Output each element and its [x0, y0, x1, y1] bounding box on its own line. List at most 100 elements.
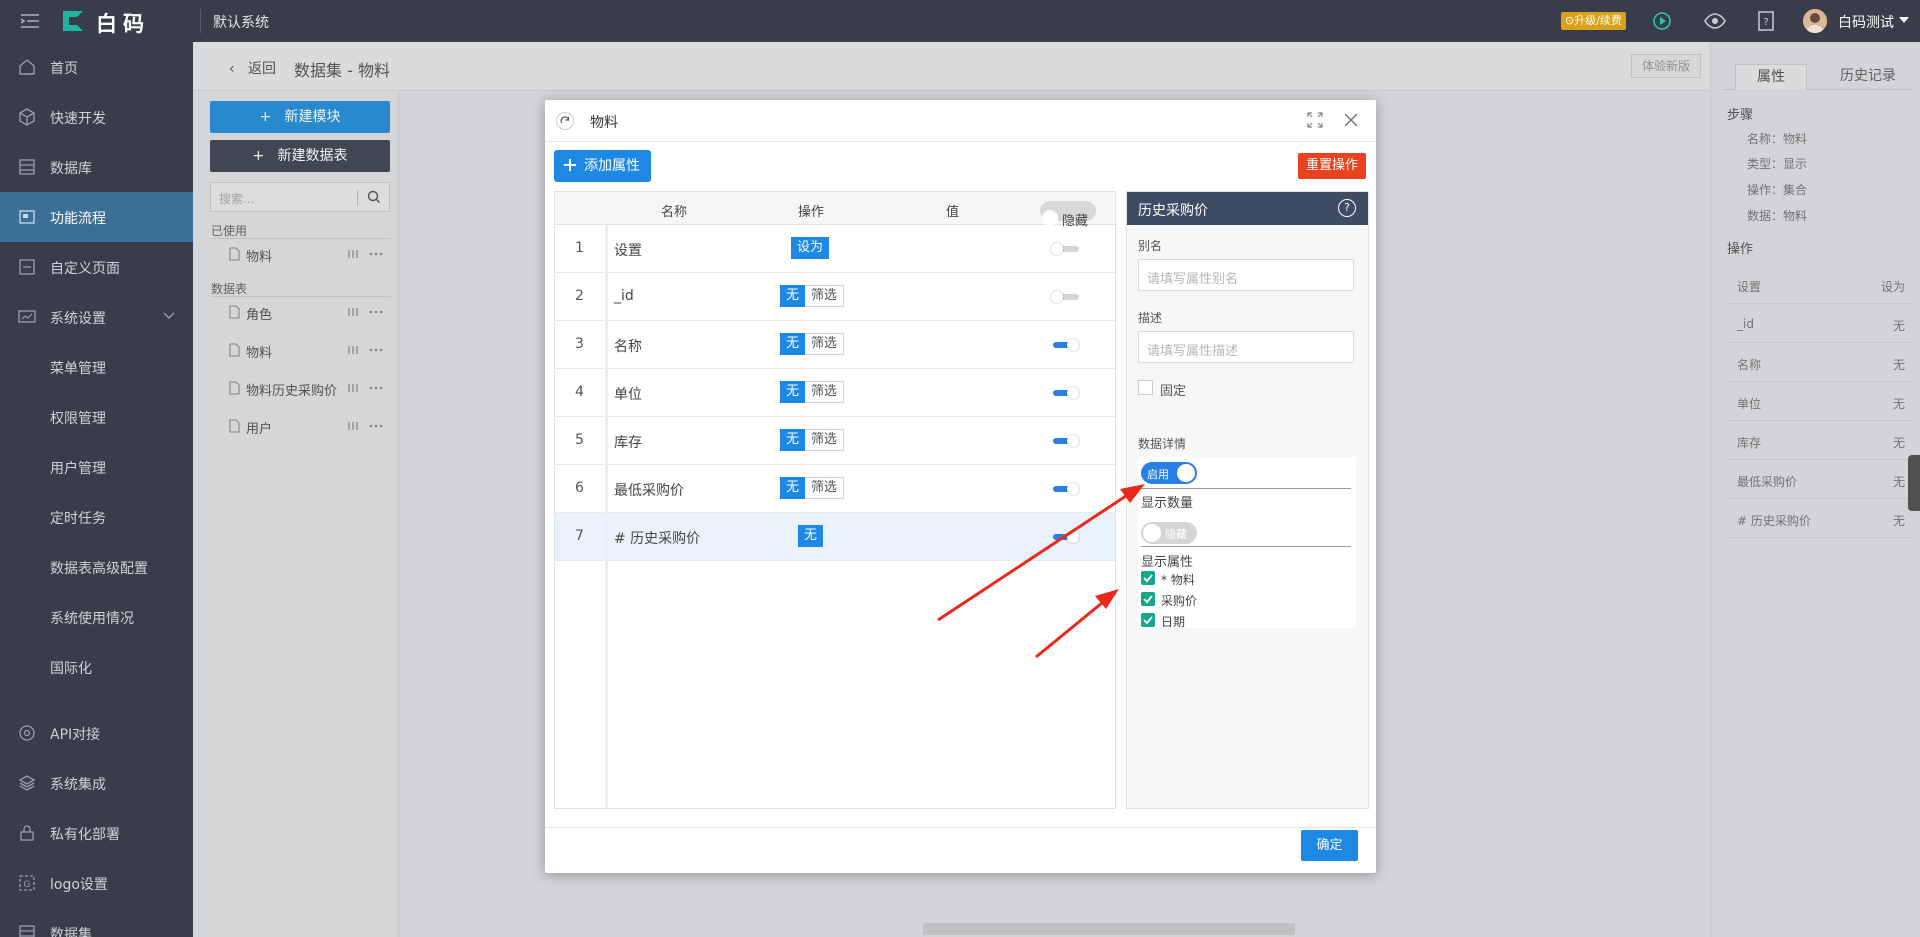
table-row[interactable]: 4 单位 无筛选 [555, 369, 1115, 417]
table-item[interactable]: 物料历史采购价 [229, 379, 399, 399]
sidebar-item-quick-dev[interactable]: 快速开发 [0, 92, 193, 142]
new-module-button[interactable]: + 新建模块 [210, 101, 390, 133]
maximize-icon[interactable] [1307, 112, 1323, 128]
filter-button[interactable]: 筛选 [805, 429, 845, 451]
none-button[interactable]: 无 [780, 429, 806, 451]
sidebar-item-database[interactable]: 数据库 [0, 142, 193, 192]
check-icon[interactable] [1141, 571, 1155, 585]
used-item[interactable]: 物料 [229, 245, 399, 265]
tab-history[interactable]: 历史记录 [1823, 64, 1913, 90]
tab-properties[interactable]: 属性 [1735, 64, 1807, 90]
check-icon[interactable] [1141, 613, 1155, 627]
description-input[interactable]: 请填写属性描述 [1138, 331, 1354, 363]
reset-button[interactable]: 重置操作 [1298, 153, 1366, 179]
more-icon[interactable] [347, 306, 387, 318]
play-icon[interactable] [1652, 11, 1672, 31]
table-row[interactable]: 1 设置 设为 [555, 225, 1115, 273]
sidebar-subitem-table-config[interactable]: 数据表高级配置 [50, 558, 148, 578]
back-link[interactable]: ‹ 返回 [229, 58, 276, 78]
visibility-toggle[interactable] [1053, 339, 1079, 351]
side-handle[interactable] [1908, 455, 1920, 511]
filter-button[interactable]: 筛选 [805, 285, 845, 307]
upgrade-badge[interactable]: ⊙升级/续费 [1561, 12, 1626, 30]
set-as-button[interactable]: 设为 [791, 237, 830, 259]
show-count-toggle[interactable]: 隐藏 [1141, 522, 1197, 544]
filter-button[interactable]: 筛选 [805, 477, 845, 499]
chevron-down-icon[interactable] [1899, 17, 1909, 23]
filter-button[interactable]: 筛选 [805, 333, 845, 355]
none-button[interactable]: 无 [780, 477, 806, 499]
visibility-toggle[interactable] [1053, 483, 1079, 495]
help-icon[interactable]: ? [1757, 11, 1775, 31]
sidebar-item-api[interactable]: API对接 [0, 708, 193, 758]
new-table-button[interactable]: + 新建数据表 [210, 140, 390, 172]
sidebar-item-integration[interactable]: 系统集成 [0, 758, 193, 808]
table-row[interactable]: 5 库存 无筛选 [555, 417, 1115, 465]
alias-input[interactable]: 请填写属性别名 [1138, 259, 1354, 291]
filter-button[interactable]: 筛选 [805, 381, 845, 403]
more-icon[interactable] [347, 344, 387, 356]
menu-icon[interactable] [20, 13, 40, 29]
sidebar-item-logo-settings[interactable]: G logo设置 [0, 858, 193, 908]
sidebar-subitem-permissions[interactable]: 权限管理 [50, 408, 106, 428]
logo-icon[interactable] [60, 8, 86, 34]
enable-toggle[interactable]: 启用 [1141, 462, 1197, 484]
none-button[interactable]: 无 [798, 525, 824, 547]
fixed-checkbox[interactable] [1138, 380, 1153, 395]
check-icon[interactable] [1141, 592, 1155, 606]
sidebar-item-home[interactable]: 首页 [0, 42, 193, 92]
visibility-toggle[interactable] [1053, 435, 1079, 447]
sidebar-subitem-i18n[interactable]: 国际化 [50, 658, 92, 678]
help-icon[interactable]: ? [1338, 199, 1356, 217]
close-icon[interactable] [1343, 112, 1359, 128]
toggle-knob [1042, 210, 1058, 226]
table-item[interactable]: 角色 [229, 303, 399, 323]
sidebar-item-label: 私有化部署 [50, 827, 120, 843]
sidebar-item-workflow[interactable]: 功能流程 [0, 192, 193, 242]
experience-new-button[interactable]: 体验新版 [1631, 54, 1702, 78]
table-row[interactable]: 7 # 历史采购价 无 [555, 513, 1115, 561]
sidebar-subitem-usage[interactable]: 系统使用情况 [50, 608, 134, 628]
sidebar-subitem-users[interactable]: 用户管理 [50, 458, 106, 478]
add-attribute-button[interactable]: 添加属性 [554, 150, 651, 182]
table-item-label: 物料历史采购价 [246, 384, 338, 399]
more-icon[interactable] [347, 420, 387, 432]
visibility-toggle[interactable] [1053, 387, 1079, 399]
horizontal-scrollbar[interactable] [923, 923, 1295, 935]
table-row[interactable]: 3 名称 无筛选 [555, 321, 1115, 369]
refresh-icon[interactable] [556, 112, 574, 130]
table-row[interactable]: 6 最低采购价 无筛选 [555, 465, 1115, 513]
sidebar-item-custom-page[interactable]: 自定义页面 [0, 242, 193, 292]
none-button[interactable]: 无 [780, 381, 806, 403]
none-button[interactable]: 无 [780, 333, 806, 355]
table-item[interactable]: 用户 [229, 417, 399, 437]
avatar[interactable] [1803, 9, 1827, 33]
sidebar-item-label: 首页 [50, 61, 78, 77]
back-label: 返回 [247, 61, 276, 77]
visibility-toggle[interactable] [1051, 291, 1079, 303]
confirm-button[interactable]: 确定 [1301, 830, 1358, 861]
sidebar-item-dataset[interactable]: 数据集 [0, 908, 193, 937]
sidebar-item-settings[interactable]: 系统设置 [0, 292, 193, 342]
table-row[interactable]: 2 _id 无筛选 [555, 273, 1115, 321]
search-placeholder: 搜索... [219, 192, 255, 206]
search-icon[interactable] [367, 190, 381, 204]
sidebar-subitem-scheduled[interactable]: 定时任务 [50, 508, 106, 528]
used-item-label: 物料 [246, 250, 273, 265]
table-item-label: 角色 [246, 308, 273, 323]
divider [211, 296, 391, 297]
system-name[interactable]: 默认系统 [213, 12, 269, 32]
none-button[interactable]: 无 [780, 285, 806, 307]
username[interactable]: 白码测试 [1838, 12, 1894, 32]
visibility-toggle[interactable] [1053, 531, 1079, 543]
more-icon[interactable] [347, 248, 387, 260]
search-box[interactable]: 搜索... [210, 182, 390, 212]
sidebar-subitem-menu[interactable]: 菜单管理 [50, 358, 106, 378]
visibility-toggle[interactable] [1051, 243, 1079, 255]
sidebar-item-private-deploy[interactable]: 私有化部署 [0, 808, 193, 858]
more-icon[interactable] [347, 382, 387, 394]
hide-all-toggle[interactable]: 隐藏 [1040, 201, 1096, 229]
table-item[interactable]: 物料 [229, 341, 399, 361]
op-segment: 无筛选 [780, 333, 845, 355]
eye-icon[interactable] [1704, 11, 1726, 31]
